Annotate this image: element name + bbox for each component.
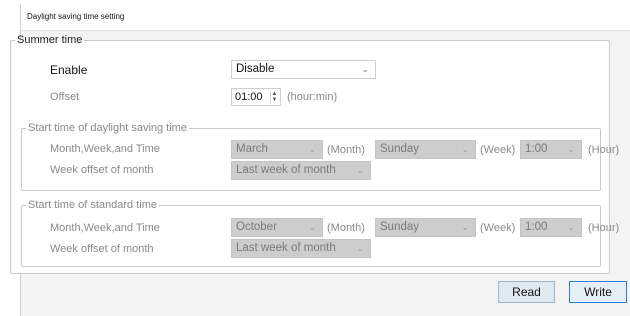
chevron-down-icon: ⌄ [356, 243, 364, 253]
read-button[interactable]: Read [498, 281, 555, 303]
dst-time-select[interactable]: 1:00 ⌄ [520, 140, 582, 159]
chevron-down-icon: ⌄ [361, 64, 369, 74]
enable-select-value: Disable [236, 63, 275, 75]
enable-label: Enable [50, 63, 88, 77]
dst-week-unit: (Week) [480, 144, 516, 156]
chevron-down-icon: ⌄ [308, 222, 316, 232]
std-week-unit: (Week) [480, 222, 516, 234]
std-wom-select[interactable]: Last week of month ⌄ [231, 239, 371, 258]
dst-week-select[interactable]: Sunday ⌄ [375, 140, 476, 159]
std-mwt-label: Month,Week,and Time [50, 222, 160, 234]
chevron-down-icon: ⌄ [308, 144, 316, 154]
std-week-value: Sunday [380, 221, 420, 233]
chevron-down-icon: ⌄ [567, 222, 575, 232]
offset-unit: (hour:min) [287, 91, 338, 103]
dst-week-value: Sunday [380, 143, 420, 155]
std-hour-unit: (Hour) [588, 222, 620, 234]
dst-month-value: March [236, 143, 268, 155]
chevron-down-icon: ⌄ [567, 144, 575, 154]
spinner-arrows-icon[interactable]: ▲ ▼ [270, 91, 278, 103]
chevron-down-icon: ⌄ [356, 165, 364, 175]
std-wom-value: Last week of month [236, 242, 336, 254]
dst-time-value: 1:00 [525, 143, 548, 155]
dst-month-unit: (Month) [327, 144, 365, 156]
window-title: Daylight saving time setting [27, 12, 125, 21]
dst-hour-unit: (Hour) [588, 144, 620, 156]
write-button[interactable]: Write [569, 281, 627, 303]
std-time-select[interactable]: 1:00 ⌄ [520, 218, 582, 237]
dst-mwt-label: Month,Week,and Time [50, 143, 160, 155]
offset-value: 01:00 [235, 91, 263, 103]
enable-select[interactable]: Disable ⌄ [231, 60, 376, 79]
std-time-value: 1:00 [525, 221, 548, 233]
std-month-select[interactable]: October ⌄ [231, 218, 323, 237]
chevron-down-icon: ⌄ [461, 144, 469, 154]
dst-wom-value: Last week of month [236, 164, 336, 176]
std-start-legend: Start time of standard time [28, 199, 157, 211]
std-wom-label: Week offset of month [50, 243, 154, 255]
std-month-value: October [236, 221, 277, 233]
dst-wom-select[interactable]: Last week of month ⌄ [231, 161, 371, 180]
chevron-down-icon: ⌄ [461, 222, 469, 232]
offset-label: Offset [50, 91, 80, 103]
std-week-select[interactable]: Sunday ⌄ [375, 218, 476, 237]
offset-spinner[interactable]: 01:00 ▲ ▼ [231, 88, 281, 106]
dst-wom-label: Week offset of month [50, 164, 154, 176]
summer-time-legend: Summer time [17, 34, 83, 46]
dst-start-legend: Start time of daylight saving time [28, 122, 187, 134]
std-month-unit: (Month) [327, 222, 365, 234]
dst-month-select[interactable]: March ⌄ [231, 140, 323, 159]
